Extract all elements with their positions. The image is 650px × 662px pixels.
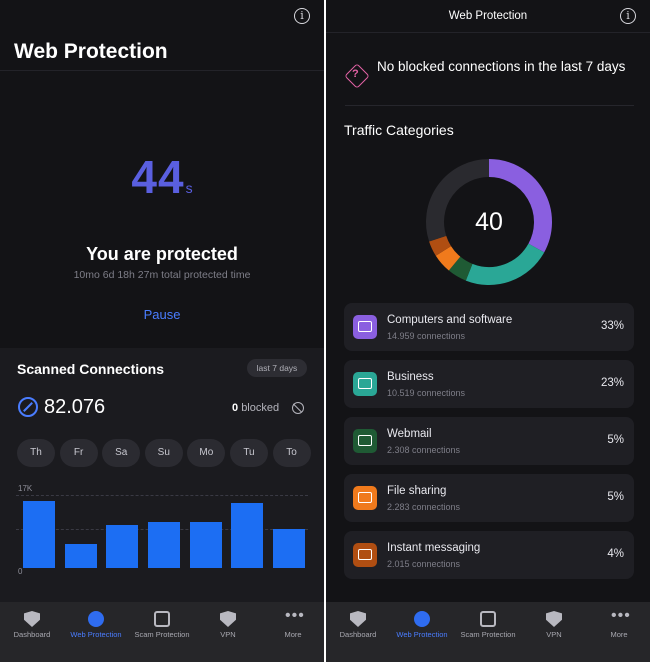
donut-slice-webmail xyxy=(448,256,473,281)
category-percent: 33% xyxy=(600,320,624,332)
bar-Sa xyxy=(106,525,139,568)
chat-icon xyxy=(353,543,377,567)
globe-icon xyxy=(414,611,430,627)
bar-To xyxy=(273,528,306,568)
day-chip[interactable]: Su xyxy=(144,439,183,467)
header-divider xyxy=(0,70,324,71)
category-name: Business xyxy=(387,371,434,383)
day-chip[interactable]: Mo xyxy=(187,439,226,467)
tab-label: More xyxy=(610,630,628,639)
timer-unit: s xyxy=(185,180,193,196)
connections-bar-chart: 17K 0 xyxy=(16,483,308,576)
bar-Fr xyxy=(64,543,97,568)
category-connections: 2.015 connections xyxy=(387,559,461,569)
more-icon: ••• xyxy=(611,607,631,624)
left-screen: i Web Protection 44s You are protected 1… xyxy=(0,0,324,662)
y-tick-min: 0 xyxy=(18,567,23,576)
blocked-number: 0 xyxy=(232,402,239,414)
tab-dashboard[interactable]: Dashboard xyxy=(11,602,53,662)
vpn-shield-icon xyxy=(546,611,562,627)
category-row-computers[interactable]: Computers and software 14.959 connection… xyxy=(344,303,634,351)
blocked-count: 0 blocked xyxy=(232,402,279,414)
tab-more[interactable]: ••• More xyxy=(272,602,314,662)
tab-dashboard[interactable]: Dashboard xyxy=(337,602,379,662)
tab-bar: Dashboard Web Protection Scam Protection… xyxy=(326,602,650,662)
bar-Th xyxy=(22,501,55,568)
scam-icon xyxy=(480,611,496,627)
shield-icon xyxy=(24,611,40,627)
compass-icon xyxy=(18,397,38,417)
category-percent: 4% xyxy=(607,548,624,560)
category-percent: 23% xyxy=(600,377,624,389)
bar-Mo xyxy=(189,522,222,568)
tab-more[interactable]: ••• More xyxy=(598,602,640,662)
mail-icon xyxy=(353,429,377,453)
category-connections: 2.283 connections xyxy=(387,502,461,512)
category-name: Webmail xyxy=(387,428,432,440)
y-tick-max: 17K xyxy=(18,484,33,493)
tab-web-protection[interactable]: Web Protection xyxy=(396,602,448,662)
donut-slice-business xyxy=(465,243,545,285)
bar-Su xyxy=(148,522,180,568)
donut-slice-instant-messaging xyxy=(429,235,452,256)
category-name: Instant messaging xyxy=(387,542,481,554)
category-row-file-sharing[interactable]: File sharing 2.283 connections 5% xyxy=(344,474,634,522)
scam-icon xyxy=(154,611,170,627)
day-chip[interactable]: Th xyxy=(17,439,55,467)
category-connections: 10.519 connections xyxy=(387,388,466,398)
category-row-business[interactable]: Business 10.519 connections 23% xyxy=(344,360,634,408)
nav-title: Web Protection xyxy=(448,10,528,22)
category-name: File sharing xyxy=(387,485,447,497)
globe-icon xyxy=(88,611,104,627)
info-icon[interactable]: i xyxy=(620,8,636,24)
traffic-categories-title: Traffic Categories xyxy=(344,122,454,138)
no-blocked-message: No blocked connections in the last 7 day… xyxy=(377,59,626,74)
computer-icon xyxy=(353,315,377,339)
day-chip[interactable]: Fr xyxy=(59,439,98,467)
period-badge[interactable]: last 7 days xyxy=(247,359,307,377)
info-icon[interactable]: i xyxy=(294,8,310,24)
category-percent: 5% xyxy=(607,491,624,503)
donut-slice-file-sharing xyxy=(435,245,461,271)
tab-scam-protection[interactable]: Scam Protection xyxy=(460,602,516,662)
page-title: Web Protection xyxy=(14,40,168,63)
divider xyxy=(345,105,634,106)
day-chip[interactable]: Sa xyxy=(102,439,141,467)
tab-vpn[interactable]: VPN xyxy=(207,602,249,662)
share-icon xyxy=(353,486,377,510)
header-divider xyxy=(326,32,650,33)
timer-value: 44 xyxy=(131,151,185,203)
protection-timer: 44s xyxy=(0,150,324,204)
right-screen: Web Protection i ? No blocked connection… xyxy=(326,0,650,662)
category-percent: 5% xyxy=(607,434,624,446)
question-diamond-icon: ? xyxy=(345,64,367,86)
blocked-label: blocked xyxy=(241,402,280,414)
tab-bar: Dashboard Web Protection Scam Protection… xyxy=(0,602,324,662)
scanned-connections-title: Scanned Connections xyxy=(17,361,165,377)
day-selector: Th Fr Sa Su Mo Tu To xyxy=(17,439,311,467)
pause-button[interactable]: Pause xyxy=(0,307,324,322)
category-connections: 14.959 connections xyxy=(387,331,466,341)
category-row-instant-messaging[interactable]: Instant messaging 2.015 connections 4% xyxy=(344,531,634,579)
vpn-shield-icon xyxy=(220,611,236,627)
bar-Tu xyxy=(231,503,264,568)
donut-total: 40 xyxy=(475,208,503,236)
protected-time: 10mo 6d 18h 27m total protected time xyxy=(73,269,251,281)
more-icon: ••• xyxy=(285,607,305,624)
tab-web-protection[interactable]: Web Protection xyxy=(70,602,122,662)
day-chip[interactable]: To xyxy=(272,439,311,467)
category-row-webmail[interactable]: Webmail 2.308 connections 5% xyxy=(344,417,634,465)
category-connections: 2.308 connections xyxy=(387,445,461,455)
day-chip[interactable]: Tu xyxy=(229,439,268,467)
scanned-count: 82.076 xyxy=(44,396,106,418)
tab-vpn[interactable]: VPN xyxy=(533,602,575,662)
briefcase-icon xyxy=(353,372,377,396)
protection-status: You are protected xyxy=(86,244,238,264)
shield-icon xyxy=(350,611,366,627)
blocked-icon xyxy=(292,402,304,414)
grid-line xyxy=(16,495,308,496)
tab-label: More xyxy=(284,630,302,639)
category-name: Computers and software xyxy=(387,314,513,326)
tab-scam-protection[interactable]: Scam Protection xyxy=(134,602,190,662)
